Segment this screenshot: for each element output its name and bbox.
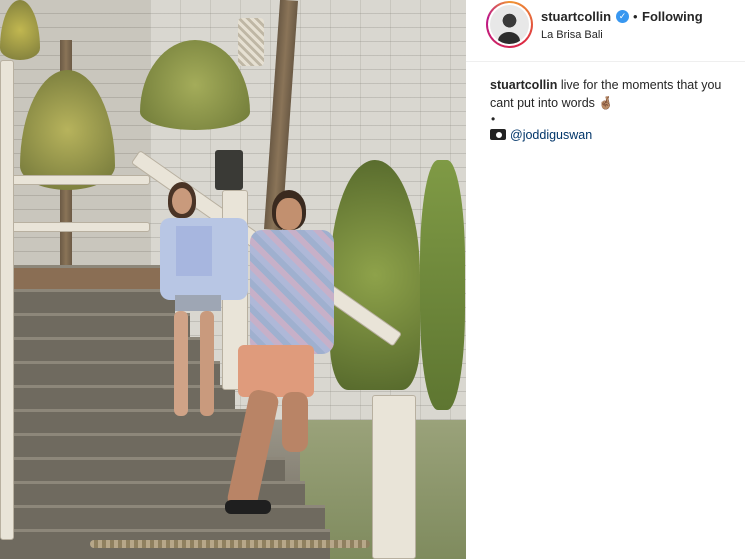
- profile-picture: [490, 5, 529, 44]
- camera-icon: [490, 129, 506, 140]
- wooden-railing: [0, 222, 150, 232]
- rope: [90, 540, 370, 548]
- railing-post: [372, 395, 416, 559]
- separator-dot: •: [633, 9, 638, 24]
- photo-credit: @joddiguswan: [490, 128, 592, 142]
- post-header: stuartcollin ✓ • Following La Brisa Bali: [466, 0, 745, 62]
- caption-username-link[interactable]: stuartcollin: [490, 78, 557, 92]
- wooden-railing: [0, 175, 150, 185]
- cactus-plant: [420, 160, 465, 410]
- username-link[interactable]: stuartcollin: [541, 9, 611, 24]
- post-details-panel: stuartcollin ✓ • Following La Brisa Bali…: [466, 0, 745, 559]
- hanging-lantern: [238, 18, 264, 66]
- location-link[interactable]: La Brisa Bali: [541, 29, 603, 41]
- avatar[interactable]: [486, 1, 533, 48]
- post-photo[interactable]: [0, 0, 466, 559]
- following-button[interactable]: Following: [642, 9, 703, 24]
- plant-foliage: [330, 160, 420, 390]
- lamp-post: [215, 150, 243, 190]
- caption-bullet: •: [491, 112, 496, 126]
- credit-mention-link[interactable]: @joddiguswan: [510, 128, 592, 142]
- caption-emoji: 🤞🏽: [598, 96, 614, 110]
- post-caption: stuartcollin live for the moments that y…: [490, 76, 745, 112]
- verified-badge-icon: ✓: [616, 10, 629, 23]
- railing-post: [0, 60, 14, 540]
